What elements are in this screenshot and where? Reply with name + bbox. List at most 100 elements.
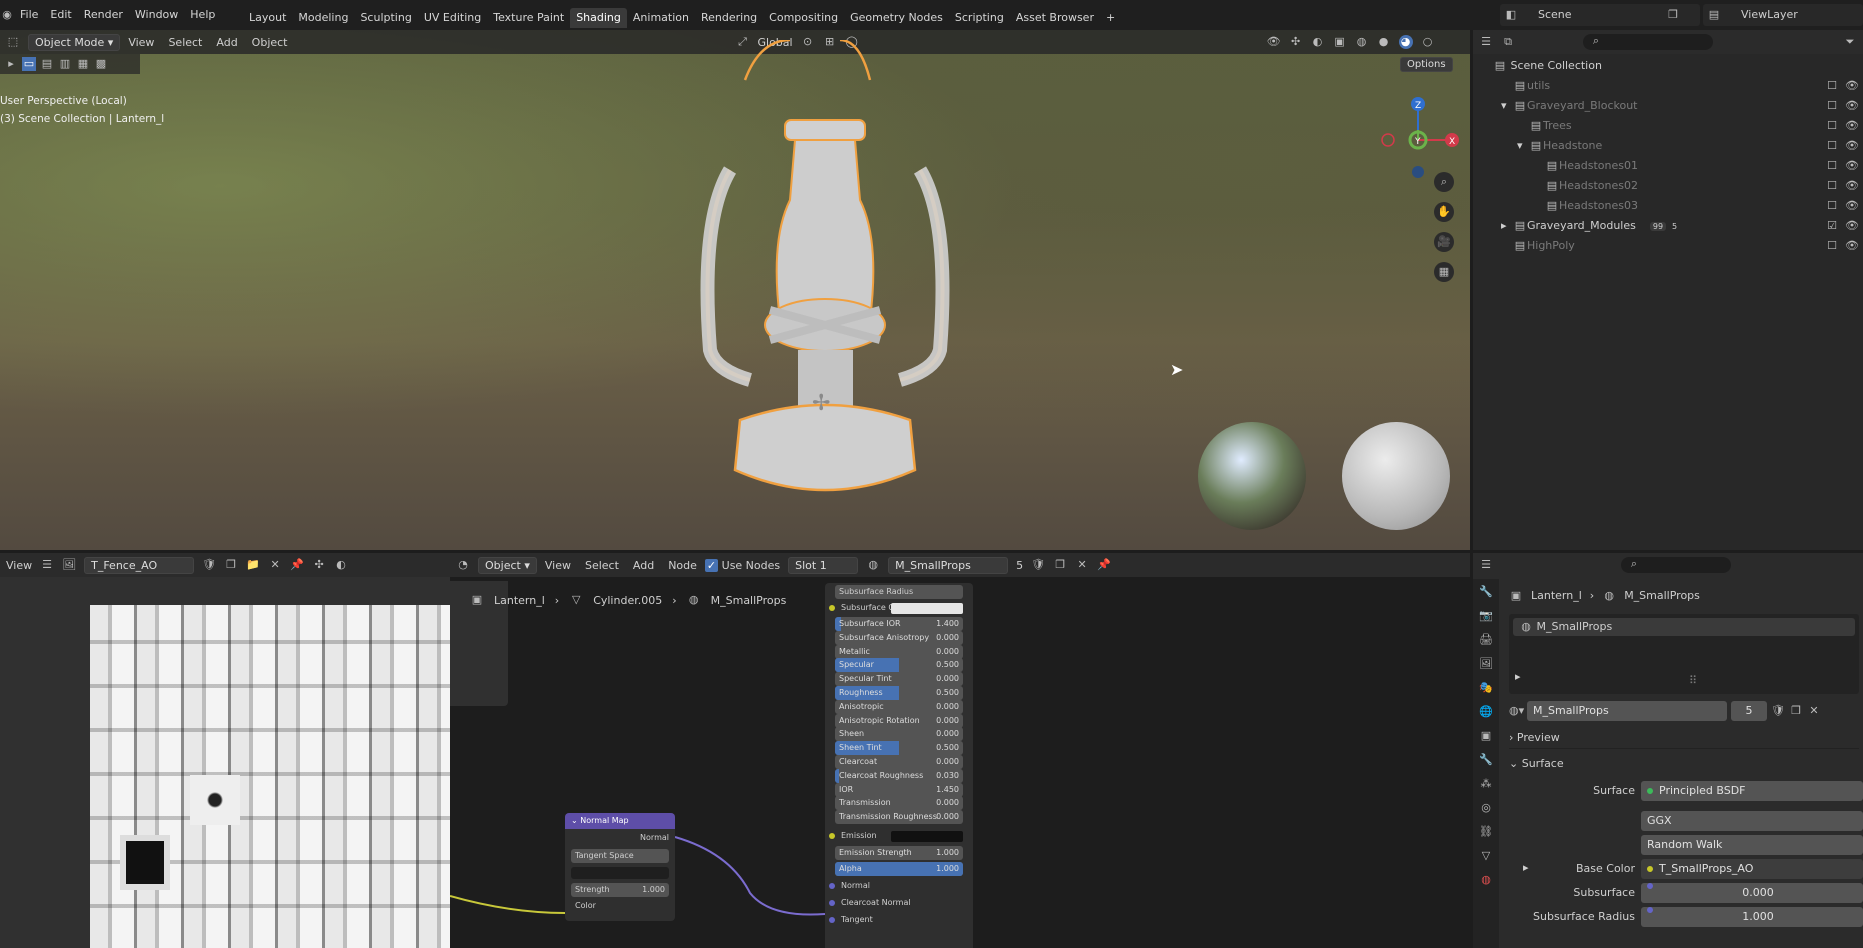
gizmo-neg-z[interactable] <box>1412 166 1424 178</box>
tab-asset-browser[interactable]: Asset Browser <box>1010 8 1100 28</box>
properties-unlink-icon[interactable]: ✕ <box>1807 704 1821 718</box>
outliner-editor-icon[interactable]: ☰ <box>1479 35 1493 49</box>
overlay-icon[interactable]: ◐ <box>334 558 348 572</box>
slider-clearcoat-roughness[interactable]: Clearcoat Roughness 0.030 <box>835 768 963 783</box>
normal-input-row[interactable]: Normal <box>829 879 870 893</box>
normal-map-node[interactable]: ⌄ Normal Map Normal Tangent Space Streng… <box>565 813 675 921</box>
tab-rendering[interactable]: Rendering <box>695 8 763 28</box>
slider-metallic[interactable]: Metallic 0.000 <box>835 644 963 659</box>
material-shading-icon[interactable]: ◕ <box>1398 35 1413 49</box>
outliner-expand-toggle[interactable]: ▾ <box>1501 96 1513 116</box>
blender-logo-icon[interactable]: ◉ <box>0 8 14 22</box>
exclude-checkbox[interactable]: ☐ <box>1825 99 1839 113</box>
uv-map-field[interactable] <box>571 867 669 879</box>
slider-specular-tint[interactable]: Specular Tint 0.000 <box>835 672 963 687</box>
visibility-eye-icon[interactable]: 👁 <box>1845 79 1859 93</box>
options-dropdown[interactable]: Options <box>1400 57 1453 72</box>
slider-roughness[interactable]: Roughness 0.500 <box>835 686 963 700</box>
3d-viewport[interactable]: ⬚ Object Mode ▾ View Select Add Object ⤢ Gl… <box>0 30 1470 550</box>
strength-field[interactable]: Strength 1.000 <box>571 883 669 897</box>
outliner-item-headstone[interactable]: ▾ ▤ Headstone ☐ 👁 <box>1473 136 1863 156</box>
editor-type-icon[interactable]: ⬚ <box>6 35 20 49</box>
exclude-checkbox[interactable]: ☐ <box>1825 159 1839 173</box>
outliner-item-utils[interactable]: ▤ utils ☐ 👁 <box>1473 76 1863 96</box>
new-image-icon[interactable]: ❐ <box>224 558 238 572</box>
preview-panel-header[interactable]: › Preview <box>1509 727 1859 749</box>
base-color-field[interactable]: T_SmallProps_AO <box>1641 859 1863 879</box>
slider-ior[interactable]: IOR 1.450 <box>835 782 963 797</box>
zoom-icon[interactable]: ⌕ <box>1434 172 1454 192</box>
exclude-checkbox[interactable]: ☐ <box>1825 239 1839 253</box>
menu-edit[interactable]: Edit <box>44 5 77 25</box>
camera-icon[interactable]: 🎥 <box>1434 232 1454 252</box>
slider-transmission[interactable]: Transmission 0.000 <box>835 796 963 811</box>
menu-icon[interactable]: ☰ <box>40 558 54 572</box>
browse-material-icon[interactable]: ◍▾ <box>1509 704 1524 718</box>
emission-strength-slider[interactable]: Emission Strength 1.000 <box>835 846 963 860</box>
outliner-expand-toggle[interactable]: ▸ <box>1501 216 1513 236</box>
properties-fake-user-icon[interactable]: 🛡 <box>1771 704 1785 718</box>
properties-duplicate-icon[interactable]: ❐ <box>1789 704 1803 718</box>
tab-animation[interactable]: Animation <box>627 8 695 28</box>
visibility-icon[interactable]: 👁 <box>1267 35 1281 49</box>
slider-anisotropic-rotation[interactable]: Anisotropic Rotation 0.000 <box>835 713 963 728</box>
tab-scripting[interactable]: Scripting <box>949 8 1010 28</box>
physics-tab-icon[interactable]: ◎ <box>1479 801 1493 815</box>
visibility-eye-icon[interactable]: 👁 <box>1845 139 1859 153</box>
slider-subsurface-anisotropy[interactable]: Subsurface Anisotropy 0.000 <box>835 630 963 645</box>
viewport-menu-add[interactable]: Add <box>216 36 237 49</box>
view-layer-selector[interactable]: ▤ ViewLayer <box>1703 4 1863 26</box>
menu-help[interactable]: Help <box>184 5 221 25</box>
principled-bsdf-node[interactable]: Subsurface Radius Subsurface Color Subsu… <box>825 583 973 948</box>
subsurface-field[interactable]: 0.000 <box>1641 883 1863 903</box>
visibility-eye-icon[interactable]: 👁 <box>1845 239 1859 253</box>
outliner-item-headstones03[interactable]: ▤ Headstones03 ☐ 👁 <box>1473 196 1863 216</box>
open-image-icon[interactable]: 📁 <box>246 558 260 572</box>
wireframe-shading-icon[interactable]: ◍ <box>1355 35 1369 49</box>
pin-icon[interactable]: 📌 <box>290 558 304 572</box>
output-tab-icon[interactable]: 🖨 <box>1479 633 1493 647</box>
visibility-eye-icon[interactable]: 👁 <box>1845 159 1859 173</box>
exclude-checkbox[interactable]: ☐ <box>1825 199 1839 213</box>
tab-geometry-nodes[interactable]: Geometry Nodes <box>844 8 949 28</box>
visibility-eye-icon[interactable]: 👁 <box>1845 199 1859 213</box>
image-editor[interactable]: View ☰ 🖼 T_Fence_AO 🛡 ❐ 📁 ✕ 📌 ✣ ◐ <box>0 553 450 948</box>
tab-modeling[interactable]: Modeling <box>292 8 354 28</box>
material-slot-list[interactable]: ◍ M_SmallProps ▸ ⠿ <box>1509 614 1859 694</box>
slider-sheen-tint[interactable]: Sheen Tint 0.500 <box>835 741 963 756</box>
viewport-menu-object[interactable]: Object <box>252 36 288 49</box>
slider-clearcoat[interactable]: Clearcoat 0.000 <box>835 755 963 769</box>
outliner-item-graveyard-blockout[interactable]: ▾ ▤ Graveyard_Blockout ☐ 👁 <box>1473 96 1863 116</box>
grid-icon[interactable]: ▦ <box>1434 262 1454 282</box>
data-tab-icon[interactable]: ▽ <box>1479 849 1493 863</box>
tab-layout[interactable]: Layout <box>243 8 292 28</box>
rendered-shading-icon[interactable]: ○ <box>1421 35 1435 49</box>
menu-window[interactable]: Window <box>129 5 184 25</box>
clearcoat-normal-row[interactable]: Clearcoat Normal <box>829 896 911 910</box>
select-intersect-icon[interactable]: ▩ <box>94 57 108 71</box>
exclude-checkbox[interactable]: ☐ <box>1825 79 1839 93</box>
pan-hand-icon[interactable]: ✋ <box>1434 202 1454 222</box>
lantern-model[interactable]: ✢ <box>680 40 980 550</box>
list-resize-handle[interactable]: ⠿ <box>1689 674 1697 687</box>
slider-subsurface-ior[interactable]: Subsurface IOR 1.400 <box>835 617 963 631</box>
select-box-icon[interactable]: ▭ <box>22 57 36 71</box>
visibility-eye-icon[interactable]: 👁 <box>1845 99 1859 113</box>
outliner-item-headstones01[interactable]: ▤ Headstones01 ☐ 👁 <box>1473 156 1863 176</box>
shader-node-editor[interactable]: ◔ Object ▾ View Select Add Node ✓ Use Nodes… <box>450 553 1470 948</box>
modules-count-badge[interactable]: 99 <box>1649 222 1667 231</box>
subsurface-method-prop-dropdown[interactable]: Random Walk <box>1641 835 1863 855</box>
emission-row[interactable]: Emission <box>829 829 877 843</box>
scene-selector[interactable]: ◧ Scene ❐ <box>1500 4 1700 26</box>
exclude-checkbox[interactable]: ☐ <box>1825 139 1839 153</box>
subsurface-method-dropdown[interactable]: Subsurface Radius <box>835 585 963 599</box>
outliner-item-trees[interactable]: ▤ Trees ☐ 👁 <box>1473 116 1863 136</box>
surface-panel-header[interactable]: ⌄ Surface <box>1509 753 1859 775</box>
unlink-icon[interactable]: ✕ <box>268 558 282 572</box>
menu-file[interactable]: File <box>14 5 44 25</box>
mode-dropdown[interactable]: Object Mode ▾ <box>28 33 121 51</box>
properties-users-count[interactable]: 5 <box>1731 701 1767 721</box>
gizmo-neg-x[interactable] <box>1381 133 1395 147</box>
scene-tab-icon[interactable]: 🎭 <box>1479 681 1493 695</box>
copy-icon[interactable]: ❐ <box>1666 8 1680 22</box>
